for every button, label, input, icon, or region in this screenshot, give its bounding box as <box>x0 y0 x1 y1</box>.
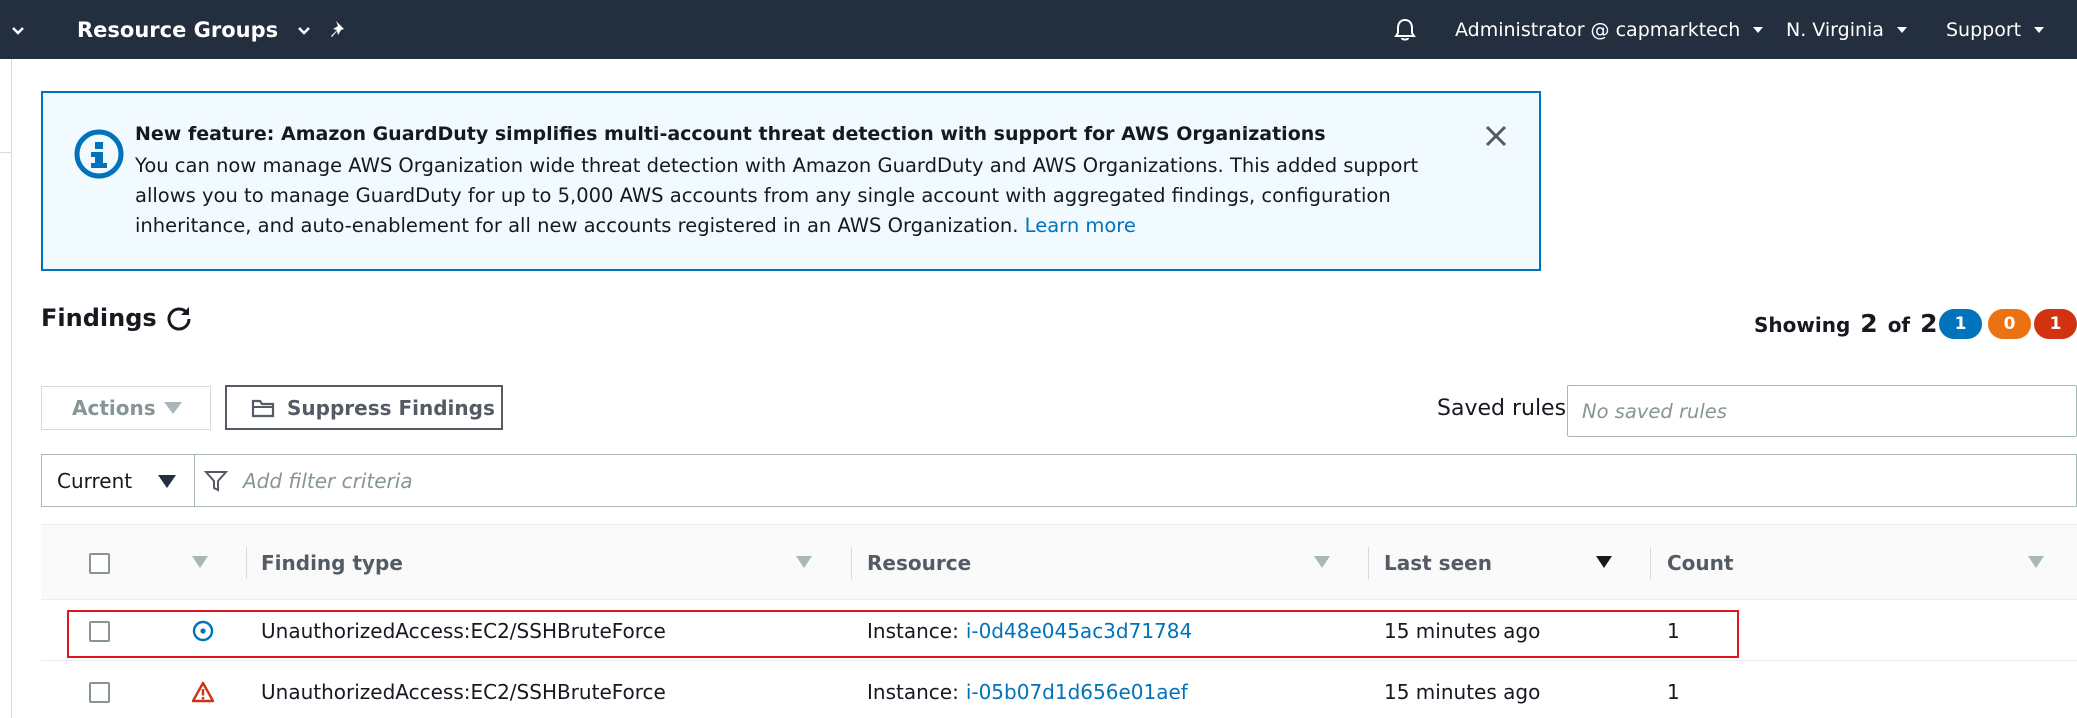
column-header-count[interactable]: Count <box>1667 525 1733 601</box>
medium-severity-badge[interactable]: 0 <box>1988 309 2031 339</box>
filter-icon <box>203 470 229 492</box>
support-label: Support <box>1946 18 2022 41</box>
caret-down-icon <box>158 475 176 488</box>
low-severity-badge[interactable]: 1 <box>1939 309 1982 339</box>
saved-rules-placeholder: No saved rules <box>1582 399 1727 423</box>
column-header-last-seen[interactable]: Last seen <box>1384 525 1492 601</box>
column-header-finding-type[interactable]: Finding type <box>261 525 403 601</box>
findings-table-header: Finding type Resource Last seen Count <box>41 524 2077 600</box>
finding-type-cell[interactable]: UnauthorizedAccess:EC2/SSHBruteForce <box>261 662 666 718</box>
suppress-findings-button[interactable]: Suppress Findings <box>225 385 503 430</box>
resource-id-link[interactable]: i-0d48e045ac3d71784 <box>966 619 1192 643</box>
notifications-button[interactable] <box>1392 0 1418 59</box>
filter-criteria-input[interactable]: Add filter criteria <box>194 454 2077 507</box>
filter-scope-select[interactable]: Current <box>41 454 195 507</box>
learn-more-link[interactable]: Learn more <box>1025 214 1136 237</box>
top-navigation-bar: Resource Groups Administrator @ capmarkt… <box>0 0 2077 59</box>
resource-groups-label: Resource Groups <box>77 17 279 42</box>
banner-title: New feature: Amazon GuardDuty simplifies… <box>135 123 1326 145</box>
showing-count-value: 2 <box>1860 309 1878 338</box>
column-divider <box>1368 547 1369 579</box>
region-label: N. Virginia <box>1786 18 1884 41</box>
count-sort-icon[interactable] <box>2028 556 2044 568</box>
caret-down-icon <box>164 402 182 414</box>
table-row[interactable]: UnauthorizedAccess:EC2/SSHBruteForce Ins… <box>41 662 2077 718</box>
showing-count: Showing 2 of 2 <box>1754 309 1938 338</box>
folder-icon <box>251 399 275 418</box>
count-cell: 1 <box>1667 680 1680 704</box>
close-icon[interactable] <box>1483 123 1509 149</box>
findings-heading: Findings <box>41 304 193 332</box>
total-count-value: 2 <box>1920 309 1938 338</box>
bell-icon <box>1394 18 1416 40</box>
chevron-down-icon <box>298 26 311 35</box>
column-divider <box>246 547 247 579</box>
row-checkbox[interactable] <box>89 621 110 642</box>
saved-rules-label: Saved rules <box>1437 396 1567 421</box>
resource-groups-menu[interactable]: Resource Groups <box>77 0 312 59</box>
last-seen-cell: 15 minutes ago <box>1384 680 1541 704</box>
services-menu-edge[interactable] <box>0 0 26 59</box>
high-severity-badge[interactable]: 1 <box>2034 309 2077 339</box>
saved-rules-select[interactable]: No saved rules <box>1567 385 2077 437</box>
row-checkbox[interactable] <box>89 682 110 703</box>
high-severity-warning-icon <box>191 681 215 703</box>
column-divider <box>851 547 852 579</box>
table-row[interactable]: UnauthorizedAccess:EC2/SSHBruteForce Ins… <box>41 601 2077 661</box>
banner-body-text: You can now manage AWS Organization wide… <box>135 154 1419 237</box>
resource-prefix: Instance: <box>867 619 959 643</box>
last-seen-sort-icon[interactable] <box>1596 556 1612 568</box>
column-header-resource[interactable]: Resource <box>867 525 971 601</box>
severity-sort-icon[interactable] <box>192 556 208 568</box>
count-cell: 1 <box>1667 619 1680 643</box>
account-menu[interactable]: Administrator @ capmarktech <box>1455 0 1766 59</box>
support-menu[interactable]: Support <box>1946 0 2047 59</box>
refresh-icon[interactable] <box>165 304 193 332</box>
finding-type-cell[interactable]: UnauthorizedAccess:EC2/SSHBruteForce <box>261 601 666 661</box>
actions-dropdown-button[interactable]: Actions <box>41 386 211 430</box>
filter-scope-value: Current <box>57 468 133 493</box>
of-label: of <box>1887 313 1911 337</box>
finding-type-sort-icon[interactable] <box>796 556 812 568</box>
region-menu[interactable]: N. Virginia <box>1786 0 1910 59</box>
filter-placeholder: Add filter criteria <box>243 468 413 493</box>
showing-label: Showing <box>1754 313 1851 337</box>
caret-down-icon <box>1753 26 1764 33</box>
pin-button[interactable] <box>328 0 350 59</box>
suppress-findings-label: Suppress Findings <box>287 395 495 420</box>
resource-prefix: Instance: <box>867 680 959 704</box>
account-label: Administrator @ capmarktech <box>1455 18 1741 41</box>
info-banner: New feature: Amazon GuardDuty simplifies… <box>41 91 1541 271</box>
select-all-checkbox[interactable] <box>89 553 110 574</box>
caret-down-icon <box>2034 26 2045 33</box>
column-divider <box>1650 547 1651 579</box>
chevron-down-icon <box>12 26 24 35</box>
resource-cell: Instance: i-05b07d1d656e01aef <box>867 662 1188 718</box>
side-navigation-rail <box>0 59 12 718</box>
low-severity-icon <box>192 620 214 642</box>
last-seen-cell: 15 minutes ago <box>1384 619 1541 643</box>
actions-label: Actions <box>72 396 156 420</box>
side-rail-divider <box>0 152 12 153</box>
resource-id-link[interactable]: i-05b07d1d656e01aef <box>966 680 1188 704</box>
resource-cell: Instance: i-0d48e045ac3d71784 <box>867 601 1192 661</box>
resource-sort-icon[interactable] <box>1314 556 1330 568</box>
caret-down-icon <box>1896 26 1907 33</box>
findings-title: Findings <box>41 304 157 332</box>
banner-body: You can now manage AWS Organization wide… <box>135 151 1485 241</box>
pin-icon <box>331 20 344 37</box>
info-icon <box>74 129 124 179</box>
